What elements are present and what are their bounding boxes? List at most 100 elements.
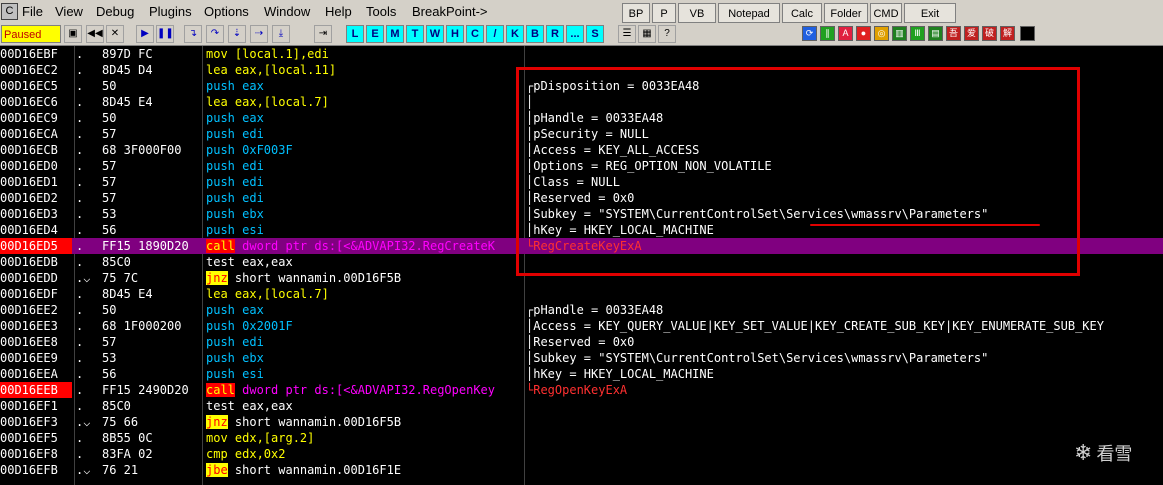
menu-file[interactable]: File <box>22 4 43 19</box>
table-row[interactable]: 00D16EE3. 68 1F000200 push 0x2001F │Access … <box>0 318 1163 334</box>
table-row[interactable]: 00D16EE8. 57 push edi │Reserved = 0x0 <box>0 334 1163 350</box>
goto-icon[interactable]: ⇥ <box>314 25 332 43</box>
callstack-window-button[interactable]: K <box>506 25 524 43</box>
instruction-cell: lea eax,[local.7] <box>206 94 524 110</box>
modules-window-button[interactable]: E <box>366 25 384 43</box>
crack-icon[interactable]: 破 <box>982 26 997 41</box>
cmd-button[interactable]: CMD <box>870 3 902 23</box>
pause-plugin-icon[interactable]: ∥ <box>820 26 835 41</box>
help-icon[interactable]: ? <box>658 25 676 43</box>
windows-window-button[interactable]: W <box>426 25 444 43</box>
references-window-button[interactable]: R <box>546 25 564 43</box>
hex-cell: 56 <box>102 367 117 381</box>
marker-cell: . <box>76 335 84 349</box>
step-into-icon[interactable]: ↴ <box>184 25 202 43</box>
table-row[interactable]: 00D16EBF. 897D FC mov [local.1],edi <box>0 46 1163 62</box>
menu-help[interactable]: Help <box>325 4 352 19</box>
instruction-token: lea eax,[local.7] <box>206 95 329 109</box>
table-row[interactable]: 00D16EF1. 85C0 test eax,eax <box>0 398 1163 414</box>
rewind-icon[interactable]: ◀◀ <box>86 25 104 43</box>
calc-button[interactable]: Calc <box>782 3 822 23</box>
cpu-window-button[interactable]: C <box>466 25 484 43</box>
marker-cell: . <box>76 95 84 109</box>
table-row[interactable]: 00D16EF5. 8B55 0C mov edx,[arg.2] <box>0 430 1163 446</box>
table-row[interactable]: 00D16EEA. 56 push esi │hKey = HKEY_LOCAL_MA… <box>0 366 1163 382</box>
instruction-token: lea eax,[local.11] <box>206 63 337 77</box>
decode-icon[interactable]: 解 <box>1000 26 1015 41</box>
run-trace-window-button[interactable]: ... <box>566 25 584 43</box>
hex-cell: 8D45 E4 <box>102 287 153 301</box>
run-icon[interactable]: ▶ <box>136 25 154 43</box>
step-over-icon[interactable]: ↷ <box>206 25 224 43</box>
table-row[interactable]: 00D16EE2. 50 push eax ┌pHandle = 0033EA48 <box>0 302 1163 318</box>
p-button[interactable]: P <box>652 3 676 23</box>
pause-icon[interactable]: ❚❚ <box>156 25 174 43</box>
log-window-button[interactable]: L <box>346 25 364 43</box>
target-icon[interactable]: ◎ <box>874 26 889 41</box>
instruction-token: push eax <box>206 303 264 317</box>
instruction-cell: push ebx <box>206 206 524 222</box>
table-row[interactable]: 00D16EE9. 53 push ebx │Subkey = "SYSTEM\Cur… <box>0 350 1163 366</box>
black-box-icon[interactable] <box>1020 26 1035 41</box>
grid-icon[interactable]: ▦ <box>638 25 656 43</box>
folder-button[interactable]: Folder <box>824 3 868 23</box>
execute-till-return-icon[interactable]: ⤓ <box>272 25 290 43</box>
bp-button[interactable]: BP <box>622 3 650 23</box>
annotation-box <box>516 67 1080 276</box>
refresh-icon[interactable]: ⟳ <box>802 26 817 41</box>
instruction-token: mov edx,[arg.2] <box>206 431 315 445</box>
a-icon[interactable]: A <box>838 26 853 41</box>
hex-cell: 85C0 <box>102 255 131 269</box>
marker-cell: . <box>76 383 84 397</box>
menu-options[interactable]: Options <box>204 4 249 19</box>
marker-cell: . <box>76 319 84 333</box>
marker-cell: . <box>76 47 84 61</box>
snowflake-icon: ❄ <box>1074 441 1093 466</box>
breakpoints-window-button[interactable]: B <box>526 25 544 43</box>
bars-icon[interactable]: ▥ <box>892 26 907 41</box>
instruction-token: push esi <box>206 367 264 381</box>
address-cell: 00D16EEB <box>0 382 72 398</box>
trace-into-icon[interactable]: ⇣ <box>228 25 246 43</box>
menu-tools[interactable]: Tools <box>366 4 396 19</box>
table-row[interactable]: 00D16EF3 .⌵ 75 66 jnz short wannamin.00D16F… <box>0 414 1163 430</box>
trace-over-icon[interactable]: ⇢ <box>250 25 268 43</box>
instruction-token: short wannamin.00D16F5B <box>227 415 402 429</box>
vb-button[interactable]: VB <box>678 3 716 23</box>
app-icon[interactable]: C <box>1 3 18 20</box>
menu-breakpoint[interactable]: BreakPoint-> <box>412 4 488 19</box>
menu-plugins[interactable]: Plugins <box>149 4 192 19</box>
exit-button[interactable]: Exit <box>904 3 956 23</box>
instruction-token: jnz <box>206 415 228 429</box>
record-icon[interactable]: ● <box>856 26 871 41</box>
marker-cell: . <box>76 287 84 301</box>
memory-window-button[interactable]: M <box>386 25 404 43</box>
threads-window-button[interactable]: T <box>406 25 424 43</box>
patches-window-button[interactable]: / <box>486 25 504 43</box>
column-icon[interactable]: Ⅲ <box>910 26 925 41</box>
table-row[interactable]: 00D16EF8. 83FA 02 cmp edx,0x2 <box>0 446 1163 462</box>
notepad-button[interactable]: Notepad <box>718 3 780 23</box>
menu-debug[interactable]: Debug <box>96 4 134 19</box>
close-icon[interactable]: ✕ <box>106 25 124 43</box>
asm-icon[interactable]: 吾 <box>946 26 961 41</box>
instruction-cell: push edi <box>206 174 524 190</box>
address-cell: 00D16EF8 <box>0 447 58 461</box>
table-row[interactable]: 00D16EEB. FF15 2490D20 call dword ptr ds:[… <box>0 382 1163 398</box>
marker-cell: . <box>76 143 84 157</box>
list-icon[interactable]: ☰ <box>618 25 636 43</box>
address-cell: 00D16EC5 <box>0 79 58 93</box>
hex-cell: 57 <box>102 191 117 205</box>
table-row[interactable]: 00D16EFB .⌵ 76 21 jbe short wannamin.00D16F… <box>0 462 1163 478</box>
table-icon[interactable]: ▤ <box>928 26 943 41</box>
menu-view[interactable]: View <box>55 4 83 19</box>
handles-window-button[interactable]: H <box>446 25 464 43</box>
menu-window[interactable]: Window <box>264 4 310 19</box>
hex-cell: 85C0 <box>102 399 131 413</box>
table-row[interactable]: 00D16EDF. 8D45 E4 lea eax,[local.7] <box>0 286 1163 302</box>
love-icon[interactable]: 爱 <box>964 26 979 41</box>
open-icon[interactable]: ▣ <box>64 25 82 43</box>
source-window-button[interactable]: S <box>586 25 604 43</box>
marker-cell: . <box>76 367 84 381</box>
marker-cell: . <box>76 63 84 77</box>
